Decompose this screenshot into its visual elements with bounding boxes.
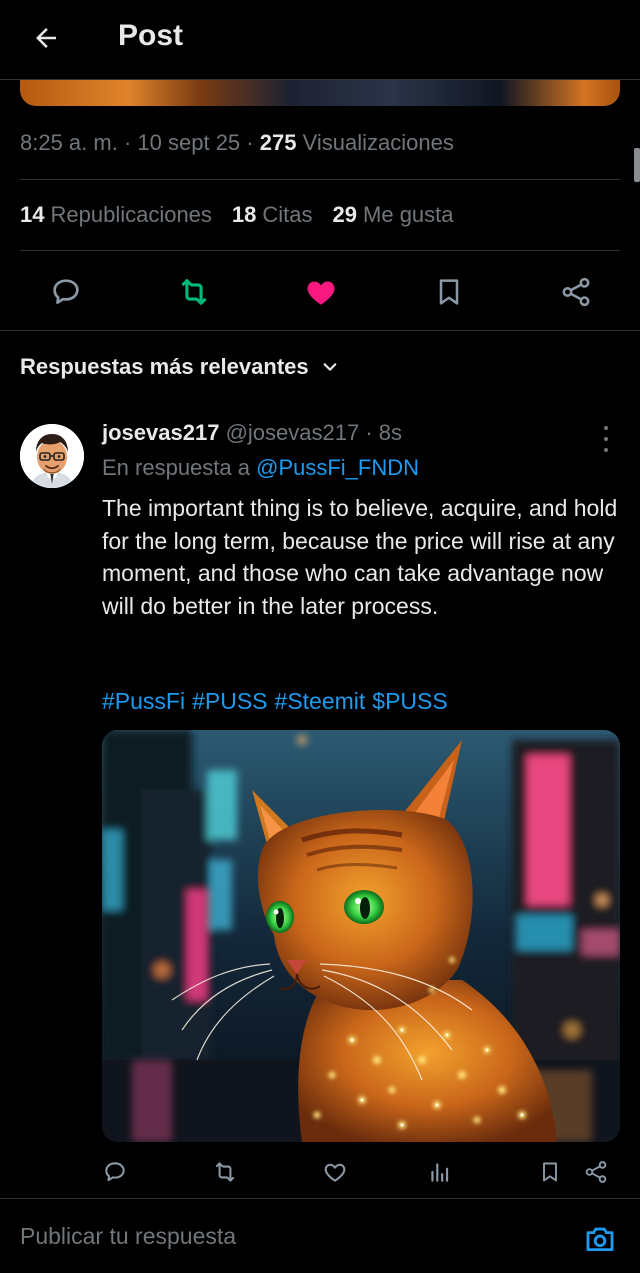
chevron-down-icon [323, 363, 336, 371]
reposts-stat[interactable]: 14 Republicaciones [20, 202, 212, 228]
sort-label: Respuestas más relevantes [20, 354, 309, 379]
bookmark-icon [543, 1162, 557, 1182]
reply-repost-button[interactable] [209, 1156, 241, 1188]
reply-views-button[interactable] [424, 1156, 456, 1188]
reply-hashtags: #PussFi #PUSS #Steemit $PUSS [102, 688, 455, 715]
reply-display-name[interactable]: josevas217 [102, 420, 219, 445]
share-icon [562, 277, 590, 307]
reply-input[interactable] [20, 1223, 540, 1250]
analytics-icon [431, 1163, 449, 1182]
cashtag-link[interactable]: $PUSS [372, 688, 447, 714]
reposts-label: Republicaciones [50, 202, 212, 227]
quotes-stat[interactable]: 18 Citas [232, 202, 313, 228]
heart-icon [324, 1163, 346, 1182]
likes-stat[interactable]: 29 Me gusta [333, 202, 454, 228]
reply-header: josevas217 @josevas217 · 8s [102, 420, 403, 445]
reply-media-image[interactable] [102, 730, 620, 1142]
repost-button[interactable] [174, 272, 214, 312]
replying-to-line: En respuesta a @PussFi_FNDN [102, 455, 419, 481]
avatar[interactable] [20, 424, 84, 488]
reply-action-bar [102, 1156, 622, 1188]
hashtag-link[interactable]: #PUSS [192, 688, 267, 714]
post-image-remnant[interactable] [20, 80, 620, 106]
hashtag-link[interactable]: #Steemit [275, 688, 366, 714]
reply-to-mention[interactable]: @PussFi_FNDN [256, 455, 419, 480]
quotes-label: Citas [262, 202, 313, 227]
scrollbar-thumb[interactable] [634, 148, 640, 182]
post-stats: 14 Republicaciones 18 Citas 29 Me gusta [20, 202, 454, 228]
quotes-count: 18 [231, 202, 257, 227]
views-count: 275 [259, 130, 297, 155]
likes-label: Me gusta [363, 202, 454, 227]
likes-count: 29 [332, 202, 358, 227]
like-button[interactable] [301, 272, 341, 312]
heart-filled-icon [307, 281, 335, 305]
reply-like-button[interactable] [319, 1156, 351, 1188]
reply-reply-button[interactable] [99, 1156, 131, 1188]
page-title: Post [118, 19, 184, 52]
bookmark-icon [439, 279, 458, 305]
reply-body-text: The important thing is to believe, acqui… [102, 495, 618, 619]
post-meta: 8:25 a. m. · 10 sept 25 · 275 Visualizac… [20, 130, 454, 155]
hashtag-link[interactable]: #PussFi [102, 688, 185, 714]
reply-age: 8s [378, 420, 403, 445]
divider [0, 330, 640, 331]
more-vertical-icon [604, 426, 608, 430]
post-action-bar [20, 268, 620, 316]
divider [20, 179, 620, 180]
reply-share-button[interactable] [580, 1156, 612, 1188]
post-date: 10 sept 25 [137, 130, 241, 155]
views-label[interactable]: Visualizaciones [303, 130, 454, 155]
reply-icon [105, 1162, 125, 1182]
repost-icon [215, 1162, 235, 1182]
reply-handle[interactable]: @josevas217 [226, 420, 360, 445]
repost-icon [181, 279, 206, 305]
more-options-button[interactable] [596, 426, 616, 452]
reply-composer [0, 1198, 640, 1273]
camera-icon [586, 1227, 614, 1252]
reply-icon [53, 279, 79, 304]
back-arrow-icon [36, 28, 56, 48]
reply-prefix: En respuesta a [102, 455, 250, 480]
top-bar: Post [0, 0, 640, 80]
share-button[interactable] [556, 272, 596, 312]
post-time: 8:25 a. m. [20, 130, 118, 155]
share-icon [585, 1161, 607, 1183]
bookmark-button[interactable] [429, 272, 469, 312]
camera-button[interactable] [582, 1221, 618, 1257]
replies-sort-selector[interactable]: Respuestas más relevantes [20, 354, 339, 380]
reposts-count: 14 [20, 202, 45, 227]
back-button[interactable] [26, 18, 66, 58]
reply-button[interactable] [46, 272, 86, 312]
divider [20, 250, 620, 251]
reply-bookmark-button[interactable] [534, 1156, 566, 1188]
